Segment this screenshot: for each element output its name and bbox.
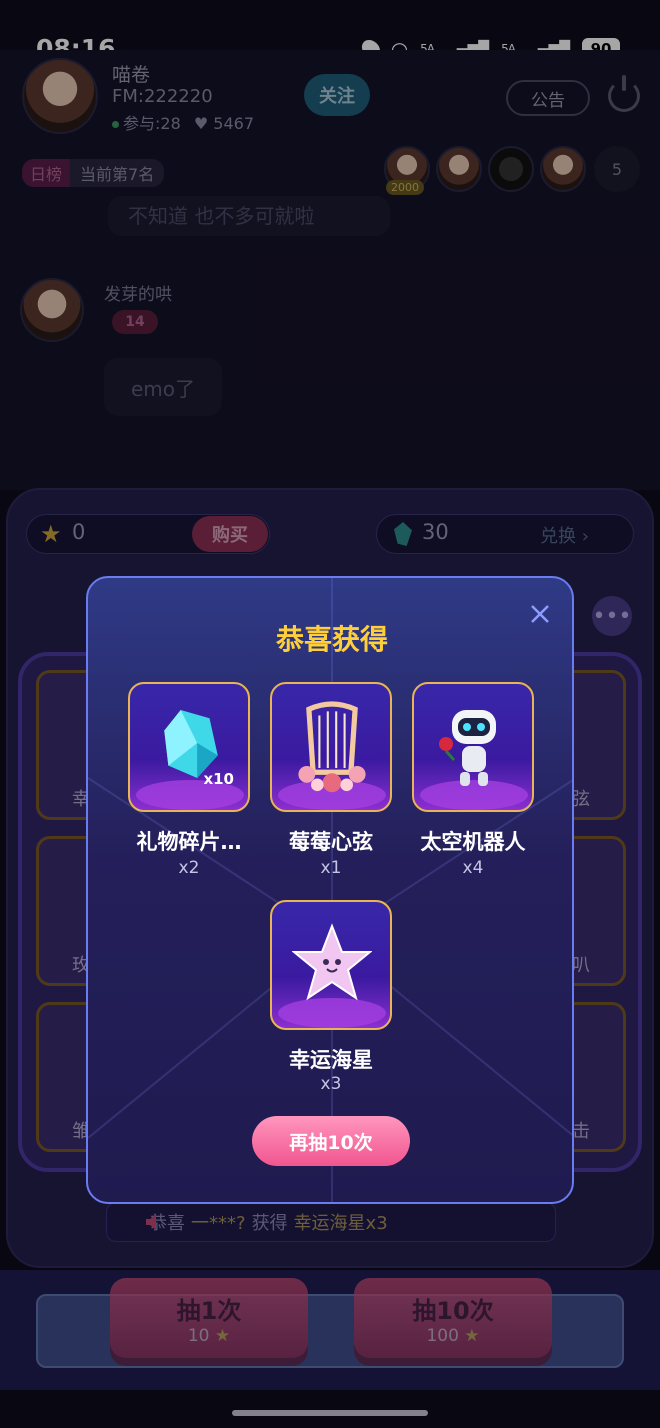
- prize-name: 太空机器人: [420, 830, 526, 854]
- modal-decoration: [88, 578, 572, 1202]
- prize-name: 莓莓心弦: [289, 830, 373, 854]
- prize-qty: x4: [462, 858, 484, 878]
- starfish-icon: [292, 923, 372, 1001]
- prize-name: 礼物碎片…: [136, 830, 242, 854]
- prize-qty: x2: [178, 858, 200, 878]
- prize-glow: [278, 998, 386, 1028]
- prize-tag: x10: [203, 770, 234, 788]
- prize-qty: x3: [320, 1074, 342, 1094]
- prize-card: [412, 682, 534, 812]
- prize-card: x10: [128, 682, 250, 812]
- robot-icon: [439, 710, 496, 786]
- prize-card: [270, 900, 392, 1030]
- prize-qty: x1: [320, 858, 342, 878]
- prize-card: [270, 682, 392, 812]
- modal-title: 恭喜获得: [275, 623, 388, 656]
- close-icon[interactable]: [528, 602, 552, 626]
- prize-name: 幸运海星: [289, 1048, 373, 1072]
- draw-again-button[interactable]: 再抽10次: [252, 1116, 410, 1166]
- harp-icon: [298, 701, 366, 793]
- reward-modal: 恭喜获得 x10 礼物碎片… x2 莓莓心弦 x1 太空机器人 x4 幸运海星 …: [86, 576, 574, 1204]
